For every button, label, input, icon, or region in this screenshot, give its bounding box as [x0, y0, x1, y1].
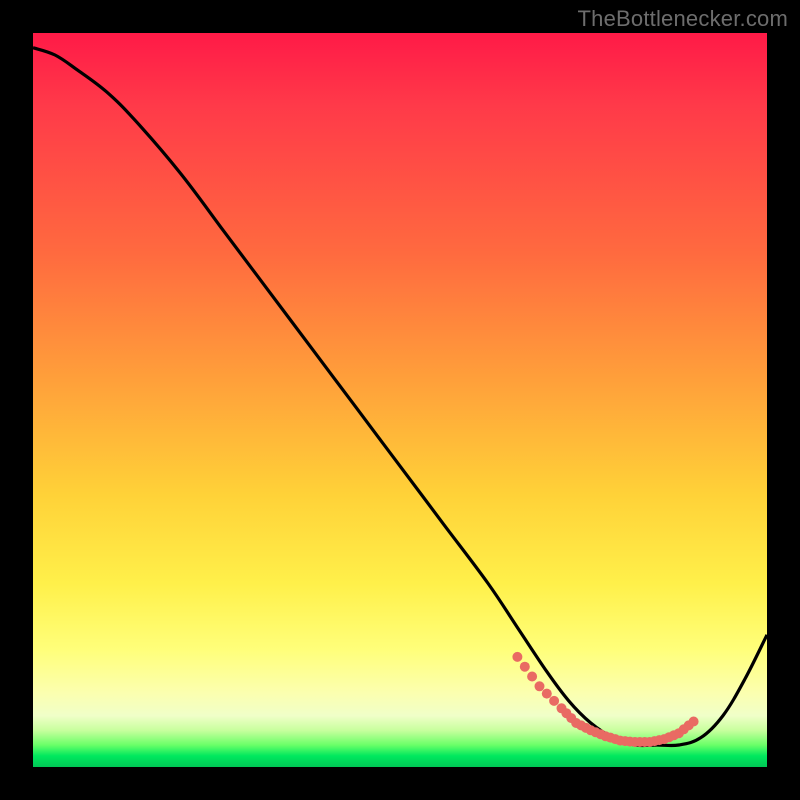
trough-dot: [689, 717, 699, 727]
trough-dots: [512, 652, 698, 747]
watermark-text: TheBottlenecker.com: [578, 6, 788, 32]
bottleneck-curve: [33, 48, 767, 746]
chart-svg: [33, 33, 767, 767]
trough-dot: [542, 689, 552, 699]
plot-area: [33, 33, 767, 767]
curve-path: [33, 48, 767, 746]
trough-dot: [527, 672, 537, 682]
trough-dot: [535, 681, 545, 691]
trough-dot: [520, 662, 530, 672]
chart-frame: TheBottlenecker.com: [0, 0, 800, 800]
trough-dot: [512, 652, 522, 662]
trough-dot: [549, 696, 559, 706]
